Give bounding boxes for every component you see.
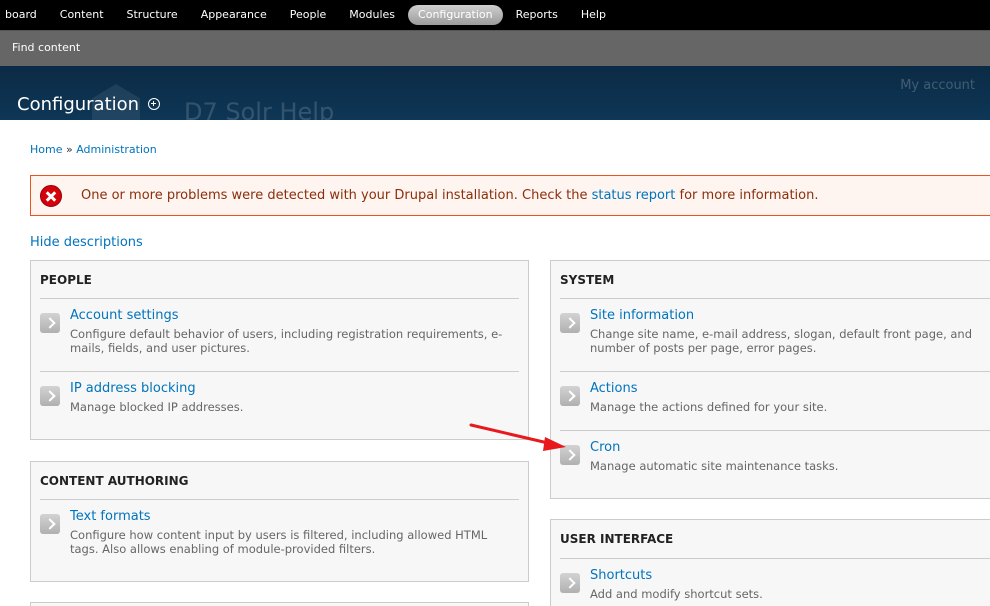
error-text-before: One or more problems were detected with … [81, 188, 592, 203]
error-icon [40, 185, 62, 207]
item-description: Change site name, e-mail address, slogan… [590, 327, 973, 355]
toolbar-item-dashboard[interactable]: board [0, 5, 47, 25]
admin-toolbar: board Content Structure Appearance Peopl… [0, 0, 990, 30]
branding-header: D7 Solr Help My accountLo Configuration [0, 66, 990, 120]
site-name: D7 Solr Help [184, 98, 335, 120]
chevron-right-icon [560, 386, 580, 406]
toolbar-item-modules[interactable]: Modules [339, 5, 405, 25]
panel-title: SYSTEM [560, 273, 615, 287]
user-links: My accountLo [882, 78, 990, 93]
toolbar-item-appearance[interactable]: Appearance [191, 5, 277, 25]
site-information-link[interactable]: Site information [590, 308, 694, 323]
toolbar-item-help[interactable]: Help [571, 5, 616, 25]
item-description: Add and modify shortcut sets. [590, 587, 763, 601]
error-text-after: for more information. [675, 188, 819, 203]
toolbar-item-structure[interactable]: Structure [117, 5, 188, 25]
panel-title: PEOPLE [40, 273, 92, 287]
breadcrumb-administration[interactable]: Administration [76, 143, 157, 156]
actions-link[interactable]: Actions [590, 381, 638, 396]
shortcut-find-content[interactable]: Find content [12, 41, 80, 54]
item-description: Configure default behavior of users, inc… [70, 327, 503, 355]
account-settings-link[interactable]: Account settings [70, 308, 178, 323]
breadcrumb-home[interactable]: Home [30, 143, 62, 156]
divider [560, 430, 990, 431]
page-title: Configuration [17, 94, 140, 115]
error-message: One or more problems were detected with … [30, 175, 990, 216]
my-account-link[interactable]: My account [900, 78, 975, 93]
error-message-text: One or more problems were detected with … [81, 188, 819, 203]
ip-address-blocking-link[interactable]: IP address blocking [70, 381, 196, 396]
divider [560, 558, 990, 559]
chevron-right-icon [560, 445, 580, 465]
divider [40, 371, 519, 372]
item-description: Manage automatic site maintenance tasks. [590, 459, 839, 473]
chevron-right-icon [40, 386, 60, 406]
breadcrumb: Home » Administration [30, 143, 157, 156]
panel-content-authoring: CONTENT AUTHORING Text formats Configure… [30, 461, 529, 582]
chevron-right-icon [40, 514, 60, 534]
divider [560, 371, 990, 372]
item-description: Manage blocked IP addresses. [70, 400, 244, 414]
panel-next [30, 602, 529, 606]
status-report-link[interactable]: status report [592, 188, 676, 203]
panel-people: PEOPLE Account settings Configure defaul… [30, 260, 529, 440]
item-description: Configure how content input by users is … [70, 528, 488, 556]
cron-link[interactable]: Cron [590, 440, 620, 455]
add-shortcut-icon[interactable] [148, 98, 160, 110]
shortcut-bar: Find content [0, 30, 990, 66]
toolbar-item-reports[interactable]: Reports [506, 5, 568, 25]
toolbar-menu: board Content Structure Appearance Peopl… [0, 0, 619, 30]
divider [40, 298, 519, 299]
toolbar-item-content[interactable]: Content [50, 5, 114, 25]
divider [40, 499, 519, 500]
panel-title: USER INTERFACE [560, 532, 674, 546]
breadcrumb-separator: » [65, 143, 73, 156]
divider [560, 298, 990, 299]
chevron-right-icon [560, 573, 580, 593]
panel-user-interface: USER INTERFACE Shortcuts Add and modify … [550, 519, 990, 606]
text-formats-link[interactable]: Text formats [70, 509, 151, 524]
shortcuts-link[interactable]: Shortcuts [590, 568, 652, 583]
toolbar-item-people[interactable]: People [280, 5, 337, 25]
chevron-right-icon [40, 313, 60, 333]
chevron-right-icon [560, 313, 580, 333]
panel-system: SYSTEM Site information Change site name… [550, 260, 990, 499]
toolbar-item-configuration[interactable]: Configuration [408, 5, 503, 25]
panel-title: CONTENT AUTHORING [40, 474, 189, 488]
item-description: Manage the actions defined for your site… [590, 400, 828, 414]
hide-descriptions-link[interactable]: Hide descriptions [30, 235, 143, 250]
